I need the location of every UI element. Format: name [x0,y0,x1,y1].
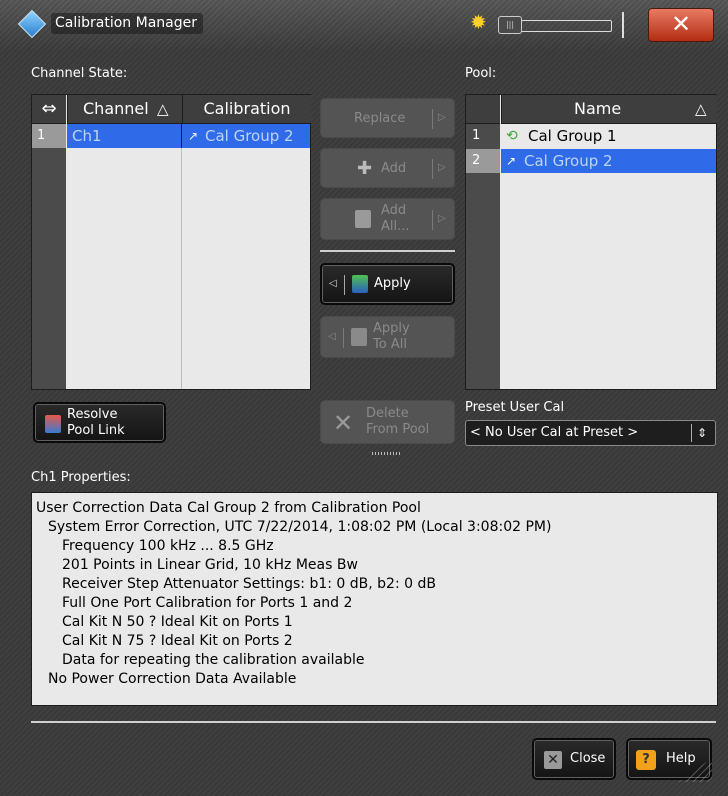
ch1-properties-label: Ch1 Properties: [31,470,131,485]
linked-cal-icon: ↗ [506,154,517,168]
calibration-manager-window: Calibration Manager ✹ ||| ✕ Channel Stat… [0,0,728,796]
divider [320,250,455,252]
column-header-channel[interactable]: Channel △ [67,95,182,124]
pool-label: Pool: [465,66,497,81]
pool-table: Name △ 1 ⟲ Cal Group 1 2 ↗ Cal Group 2 [465,94,717,390]
column-header-name[interactable]: Name △ [501,95,717,124]
property-line: Data for repeating the calibration avail… [62,652,365,668]
property-line: Full One Port Calibration for Ports 1 an… [62,595,353,611]
preset-user-cal-select[interactable]: < No User Cal at Preset > ⇕ [465,420,716,446]
expand-arrow-icon: ▷ [438,162,446,173]
brightness-slider-end [622,12,624,38]
collapse-arrow-icon: ◁ [329,278,337,289]
add-all-label-2: All... [381,219,410,234]
property-line: System Error Correction, UTC 7/22/2014, … [48,519,552,535]
property-line: User Correction Data Cal Group 2 from Ca… [36,500,421,516]
preset-user-cal-label: Preset User Cal [465,400,565,415]
delete-label-1: Delete [366,406,409,421]
property-line: 201 Points in Linear Grid, 10 kHz Meas B… [62,557,358,573]
property-line: Cal Kit N 75 ? Ideal Kit on Ports 2 [62,633,293,649]
property-line: Cal Kit N 50 ? Ideal Kit on Ports 1 [62,614,293,630]
add-all-icon [355,210,371,228]
calibration-cell: Cal Group 2 [205,127,294,145]
pool-name-cell: Cal Group 1 [528,127,617,145]
dropdown-icon: ⇕ [697,426,708,440]
property-line: Receiver Step Attenuator Settings: b1: 0… [62,576,436,592]
delete-icon: ✕ [333,409,354,437]
help-icon: ? [636,750,656,770]
sort-icon: △ [695,100,707,118]
channel-cell: Ch1 [72,127,102,145]
resize-splitter[interactable] [372,452,402,455]
row-index: 1 [37,128,46,143]
add-label: Add [381,161,407,176]
replace-button[interactable]: Replace ▷ [320,98,455,138]
app-icon [17,9,47,39]
sun-icon: ✹ [470,10,487,34]
brightness-slider-thumb[interactable]: ||| [498,16,522,34]
resolve-label-1: Resolve [67,407,118,422]
resolve-icon [45,415,61,433]
swap-columns-icon[interactable]: ⇔ [32,95,66,124]
row-index-cell[interactable]: 1 [32,124,66,148]
window-title: Calibration Manager [51,13,203,34]
linked-cal-icon: ↗ [188,129,199,143]
row-index: 2 [472,153,481,168]
property-line: Frequency 100 kHz ... 8.5 GHz [62,538,274,554]
apply-label: Apply [374,276,411,291]
add-all-button[interactable]: Add All... ▷ [320,198,455,240]
properties-text: User Correction Data Cal Group 2 from Ca… [31,492,718,706]
delete-label-2: From Pool [366,422,430,437]
close-icon: ✕ [544,751,562,769]
expand-arrow-icon: ▷ [438,112,446,123]
apply-icon [352,275,368,293]
table-row[interactable]: ↗ Cal Group 2 [501,149,716,173]
channel-state-table: ⇔ Channel △ Calibration 1 Ch1 ↗ Cal Grou… [31,94,311,390]
apply-to-all-label-2: To All [373,337,407,352]
property-line: No Power Correction Data Available [48,671,297,687]
column-header-name-label: Name [574,99,622,118]
help-label: Help [666,751,696,766]
pool-name-cell: Cal Group 2 [524,152,613,170]
apply-to-all-button[interactable]: ◁ Apply To All [320,316,455,358]
expand-arrow-icon: ▷ [438,213,446,224]
cal-group-icon: ⟲ [506,128,518,144]
channel-state-label: Channel State: [31,66,128,81]
table-row[interactable]: Ch1 ↗ Cal Group 2 [67,124,310,148]
close-button[interactable]: ✕ Close [532,738,616,780]
add-button[interactable]: ✚ Add ▷ [320,148,455,188]
table-row[interactable]: ⟲ Cal Group 1 [501,124,716,148]
row-index-cell[interactable]: 1 [466,124,500,148]
preset-user-cal-value: < No User Cal at Preset > [470,425,639,440]
close-window-icon[interactable]: ✕ [648,8,714,42]
close-label: Close [570,751,606,766]
resolve-label-2: Pool Link [67,423,125,438]
row-index-cell[interactable]: 2 [466,149,500,173]
add-icon: ✚ [357,158,373,179]
title-bar: Calibration Manager ✹ ||| ✕ [0,0,728,50]
column-header-channel-label: Channel [83,99,149,118]
add-all-label-1: Add [381,203,407,218]
apply-to-all-icon [351,328,367,346]
row-index: 1 [472,128,481,143]
column-header-calibration[interactable]: Calibration [182,95,311,124]
corner-header [466,95,500,124]
apply-button[interactable]: ◁ Apply [320,263,455,305]
replace-label: Replace [354,111,406,126]
resolve-pool-link-button[interactable]: Resolve Pool Link [33,402,166,443]
sort-icon: △ [157,100,169,118]
footer-divider [31,721,716,723]
delete-from-pool-button[interactable]: ✕ Delete From Pool [320,400,455,444]
collapse-arrow-icon: ◁ [328,331,336,342]
apply-to-all-label-1: Apply [373,321,410,336]
